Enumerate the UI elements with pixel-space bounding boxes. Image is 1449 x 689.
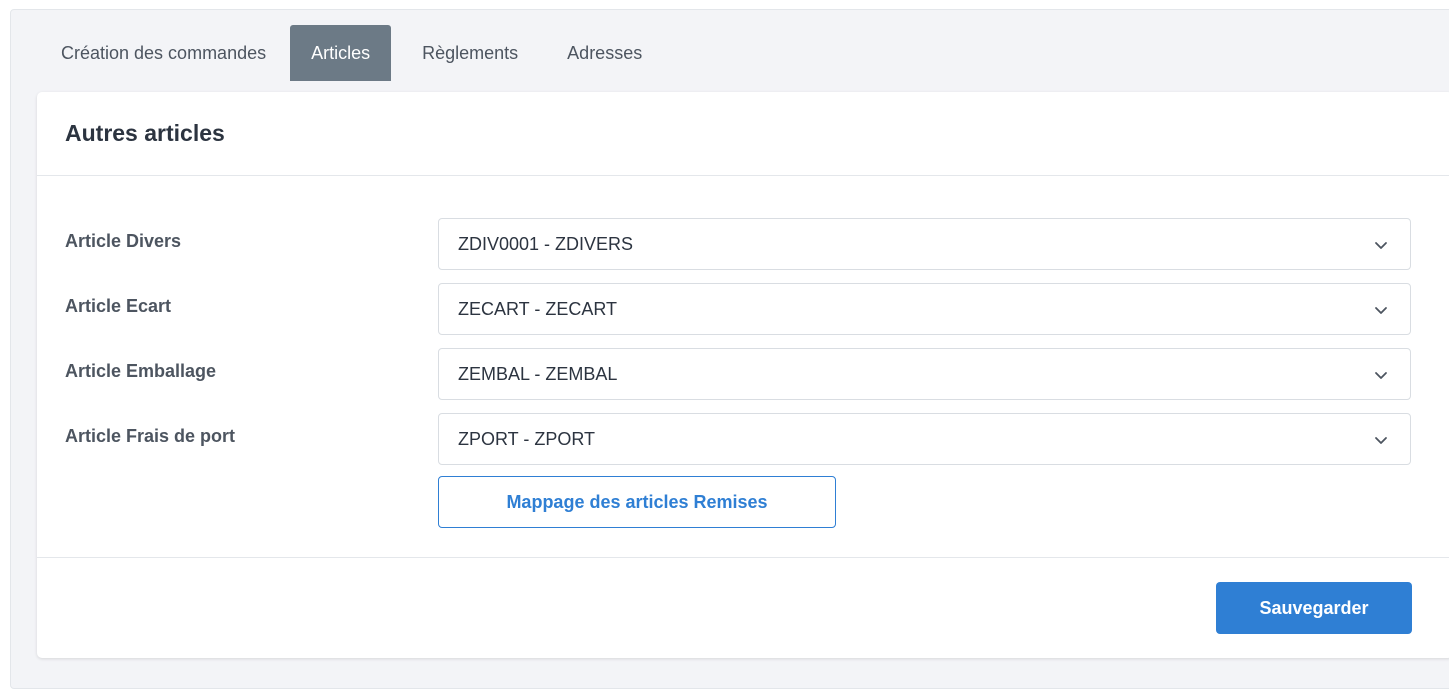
- tab-reglements[interactable]: Règlements: [397, 25, 543, 81]
- tab-creation-commandes[interactable]: Création des commandes: [37, 25, 290, 81]
- select-value: ZECART - ZECART: [458, 299, 618, 319]
- select-value: ZDIV0001 - ZDIVERS: [458, 234, 634, 254]
- article-divers-select[interactable]: ZDIV0001 - ZDIVERS: [438, 218, 1411, 270]
- tab-adresses[interactable]: Adresses: [543, 25, 666, 81]
- chevron-down-icon: [1375, 372, 1387, 379]
- card-footer: Sauvegarder: [37, 557, 1449, 658]
- select-value: ZPORT - ZPORT: [458, 429, 596, 449]
- field-label: Article Divers: [65, 231, 182, 251]
- form-row-article-emballage: Article Emballage ZEMBAL - ZEMBAL: [37, 348, 1449, 402]
- article-emballage-select[interactable]: ZEMBAL - ZEMBAL: [438, 348, 1411, 400]
- card-title: Autres articles: [65, 120, 225, 146]
- field-label: Article Ecart: [65, 296, 172, 316]
- form-row-article-divers: Article Divers ZDIV0001 - ZDIVERS: [37, 218, 1449, 272]
- article-ecart-select[interactable]: ZECART - ZECART: [438, 283, 1411, 335]
- other-articles-card: Autres articles Article Divers ZDIV0001 …: [37, 92, 1449, 658]
- save-button[interactable]: Sauvegarder: [1216, 582, 1412, 634]
- field-label: Article Frais de port: [65, 426, 236, 446]
- select-value: ZEMBAL - ZEMBAL: [458, 364, 618, 384]
- chevron-down-icon: [1375, 437, 1387, 444]
- tab-bar: Création des commandes Articles Règlemen…: [37, 25, 666, 81]
- chevron-down-icon: [1375, 307, 1387, 314]
- card-header: Autres articles: [37, 92, 1449, 176]
- article-frais-de-port-select[interactable]: ZPORT - ZPORT: [438, 413, 1411, 465]
- tab-articles[interactable]: Articles: [290, 25, 392, 81]
- mapping-articles-remises-button[interactable]: Mappage des articles Remises: [438, 476, 836, 528]
- chevron-down-icon: [1375, 242, 1387, 249]
- form-row-article-frais-de-port: Article Frais de port ZPORT - ZPORT: [37, 413, 1449, 467]
- form-row-article-ecart: Article Ecart ZECART - ZECART: [37, 283, 1449, 337]
- field-label: Article Emballage: [65, 361, 217, 381]
